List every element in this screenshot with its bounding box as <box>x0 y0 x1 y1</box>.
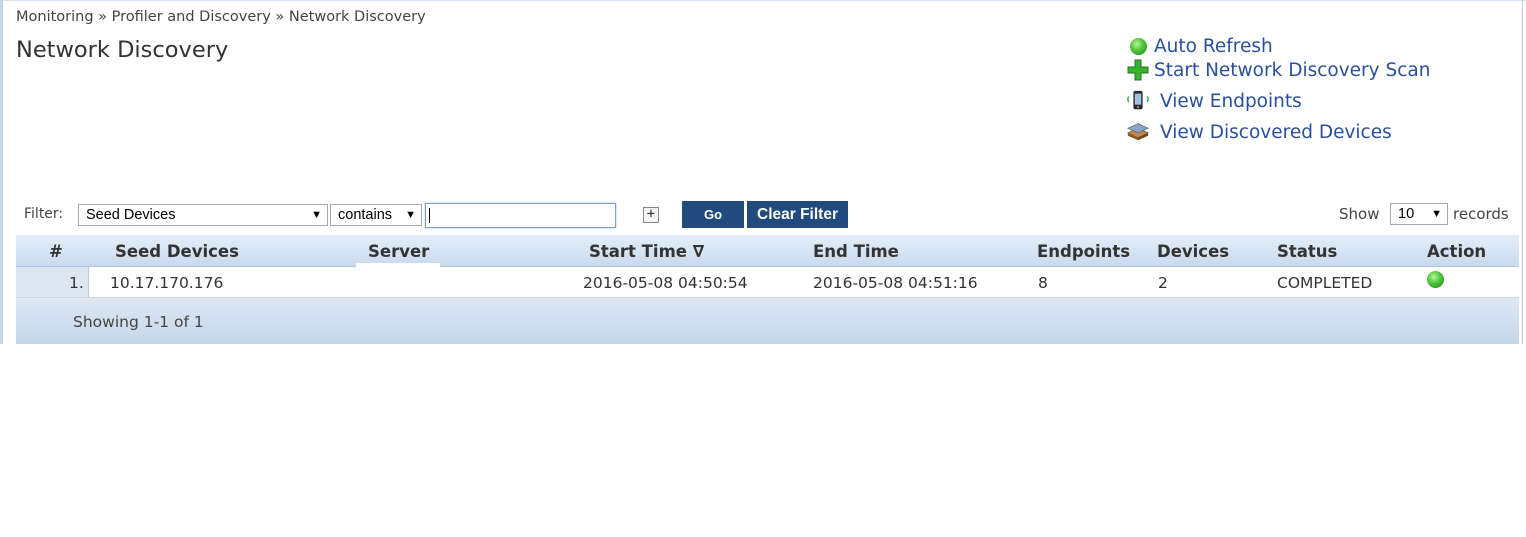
green-ball-icon[interactable] <box>1427 271 1444 288</box>
auto-refresh-link[interactable]: Auto Refresh <box>1126 34 1273 58</box>
table-header: # Seed Devices Server Start Time ∇ End T… <box>16 235 1519 267</box>
cell-start-time: 2016-05-08 04:50:54 <box>583 274 748 292</box>
cell-endpoints: 8 <box>1038 274 1048 292</box>
breadcrumb: Monitoring » Profiler and Discovery » Ne… <box>16 9 426 25</box>
device-stack-icon <box>1126 120 1150 144</box>
dropdown-arrow-icon: ▼ <box>405 209 416 221</box>
table-row[interactable]: 1. 10.17.170.176 2016-05-08 04:50:54 201… <box>16 267 1519 298</box>
server-blank-patch <box>356 263 440 297</box>
dropdown-arrow-icon: ▼ <box>311 209 322 221</box>
page-size-value: 10 <box>1398 206 1415 222</box>
view-discovered-devices-link[interactable]: View Discovered Devices <box>1126 120 1392 144</box>
clear-filter-button[interactable]: Clear Filter <box>747 201 848 228</box>
filter-label: Filter: <box>24 206 64 222</box>
green-plus-icon <box>1126 58 1150 82</box>
top-border <box>0 0 1526 1</box>
view-endpoints-label: View Endpoints <box>1160 90 1302 112</box>
start-scan-label: Start Network Discovery Scan <box>1154 59 1431 81</box>
left-border <box>0 0 3 344</box>
text-cursor <box>429 208 430 223</box>
row-number: 1. <box>69 274 84 292</box>
table-footer: Showing 1-1 of 1 <box>16 298 1519 344</box>
cell-status: COMPLETED <box>1277 274 1373 292</box>
column-header-start-time[interactable]: Start Time ∇ <box>589 242 704 261</box>
page-size-select[interactable]: 10 ▼ <box>1390 203 1448 225</box>
pagination-summary: Showing 1-1 of 1 <box>73 313 204 331</box>
view-endpoints-link[interactable]: View Endpoints <box>1126 89 1302 113</box>
column-header-end-time[interactable]: End Time <box>813 242 899 261</box>
column-header-endpoints[interactable]: Endpoints <box>1037 242 1130 261</box>
filter-operator-select[interactable]: contains ▼ <box>330 204 422 226</box>
column-header-seed-devices[interactable]: Seed Devices <box>115 242 239 261</box>
filter-field-select[interactable]: Seed Devices ▼ <box>78 204 328 226</box>
filter-value-input[interactable] <box>425 203 616 228</box>
column-header-status[interactable]: Status <box>1277 242 1337 261</box>
cell-seed-device: 10.17.170.176 <box>110 274 224 292</box>
cell-end-time: 2016-05-08 04:51:16 <box>813 274 978 292</box>
right-border <box>1522 0 1523 344</box>
auto-refresh-label: Auto Refresh <box>1154 35 1273 57</box>
column-header-server[interactable]: Server <box>368 242 429 261</box>
column-header-action: Action <box>1427 242 1487 261</box>
records-label: records <box>1453 205 1509 223</box>
cell-action[interactable] <box>1427 271 1444 292</box>
add-filter-button[interactable]: + <box>643 207 659 223</box>
column-header-devices[interactable]: Devices <box>1157 242 1229 261</box>
filter-field-value: Seed Devices <box>86 207 176 223</box>
view-discovered-devices-label: View Discovered Devices <box>1160 121 1392 143</box>
row-number-cell: 1. <box>16 267 89 297</box>
dropdown-arrow-icon: ▼ <box>1431 208 1442 220</box>
page-title: Network Discovery <box>16 37 229 63</box>
filter-operator-value: contains <box>338 207 393 223</box>
cell-devices: 2 <box>1158 274 1168 292</box>
mobile-phone-icon <box>1126 89 1150 113</box>
green-ball-icon <box>1126 34 1150 58</box>
discovery-table: # Seed Devices Server Start Time ∇ End T… <box>16 235 1519 344</box>
show-label: Show <box>1339 205 1380 223</box>
go-button[interactable]: Go <box>682 201 744 228</box>
column-header-number: # <box>49 242 63 261</box>
start-scan-link[interactable]: Start Network Discovery Scan <box>1126 58 1430 82</box>
